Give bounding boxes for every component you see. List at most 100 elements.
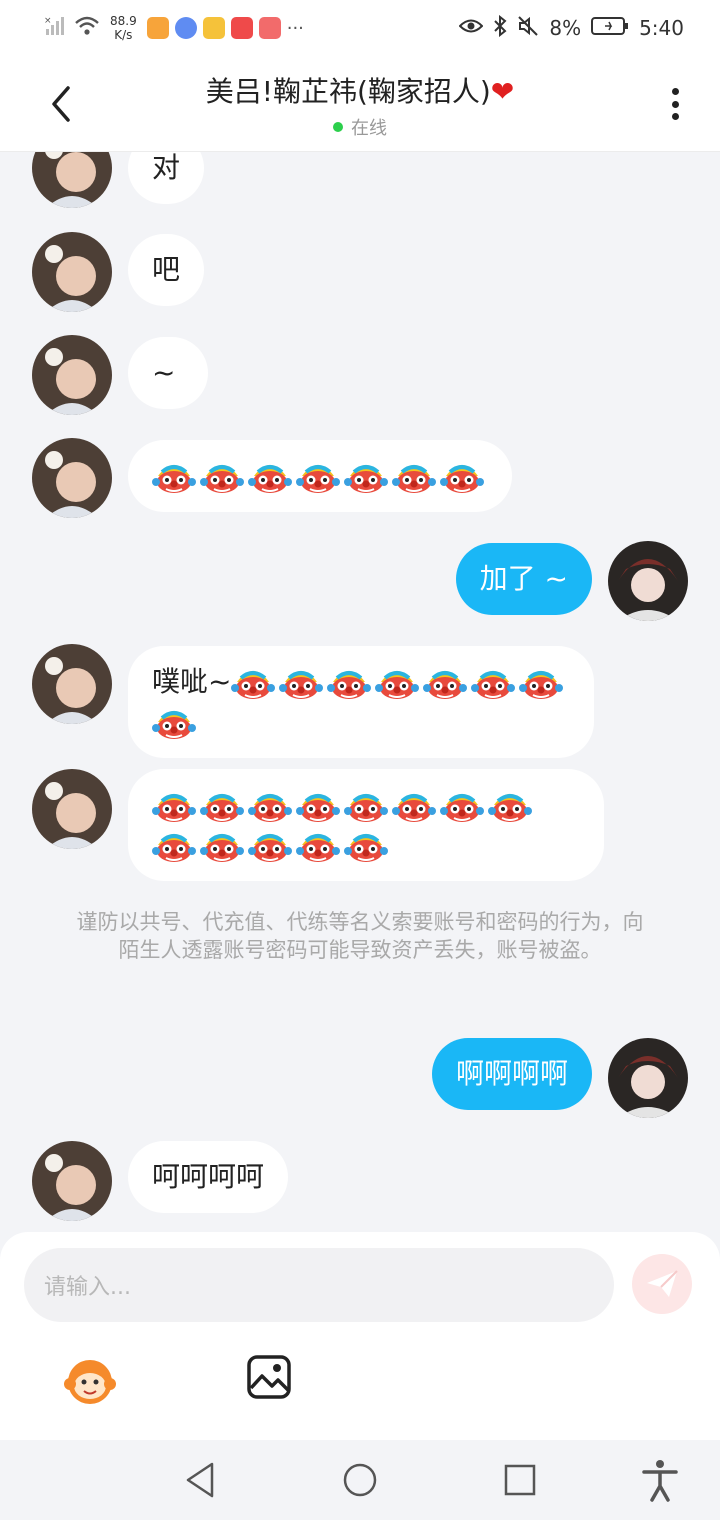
- wifi-icon: [74, 15, 100, 42]
- nav-home-button[interactable]: [340, 1458, 380, 1502]
- more-options-button[interactable]: [660, 84, 690, 124]
- clown-emoji-icon: [344, 789, 388, 823]
- clown-emoji-icon: [488, 789, 532, 823]
- app-100-icon: [230, 17, 253, 39]
- accessibility-button[interactable]: [640, 1458, 680, 1502]
- contact-avatar[interactable]: [32, 1141, 112, 1221]
- image-button[interactable]: [246, 1354, 292, 1400]
- bluetooth-icon: [493, 14, 507, 42]
- message-list[interactable]: 对 吧 ~ 加了 ~ 噗呲~ 谨防以共号、代充值、代练等名义索要账号和密码的行为…: [0, 152, 720, 1232]
- more-dot-icon: [671, 113, 679, 120]
- clown-emoji-icon: [344, 460, 388, 494]
- message-row: ~: [32, 335, 208, 415]
- clown-emoji-icon: [471, 666, 516, 700]
- clown-emoji-icon: [440, 789, 484, 823]
- chevron-left-icon: [52, 86, 70, 122]
- clown-emoji-icon: [327, 666, 372, 700]
- media-app-icon: [202, 17, 225, 39]
- mail-app-icon: [258, 17, 281, 39]
- clown-emoji-icon: [392, 789, 436, 823]
- contact-avatar[interactable]: [32, 232, 112, 312]
- message-bubble[interactable]: [128, 440, 512, 512]
- message-row: 加了 ~: [455, 541, 688, 621]
- svg-text:×: ×: [44, 16, 52, 26]
- mute-icon: [517, 15, 539, 42]
- clown-emoji-icon: [248, 460, 292, 494]
- my-avatar[interactable]: [608, 541, 688, 621]
- square-recents-icon: [504, 1464, 536, 1496]
- network-speed: 88.9 K/s: [110, 14, 137, 42]
- eye-icon: [458, 16, 484, 40]
- online-status-label: 在线: [351, 118, 387, 139]
- paper-plane-icon: [647, 1270, 678, 1297]
- battery-icon: [591, 16, 629, 41]
- clown-emoji-icon: [152, 789, 196, 823]
- online-dot: [333, 122, 343, 132]
- contact-name: 美吕!鞠芷祎(鞠家招人): [205, 75, 491, 108]
- battery-percent: 8%: [549, 16, 582, 40]
- clown-emoji-icon: [519, 666, 564, 700]
- clown-emoji-icon: [375, 666, 420, 700]
- clown-emoji-icon: [248, 789, 292, 823]
- clown-emoji-icon: [200, 460, 244, 494]
- message-row: 吧: [32, 232, 205, 312]
- signal-icon: ×: [44, 15, 68, 42]
- input-panel: 请输入...: [0, 1232, 720, 1440]
- message-bubble[interactable]: 吧: [128, 234, 205, 306]
- nav-back-button[interactable]: [180, 1458, 220, 1502]
- page-title: 美吕!鞠芷祎(鞠家招人)❤: [110, 70, 610, 110]
- message-row: 啊啊啊啊: [431, 1038, 688, 1118]
- contact-avatar[interactable]: [32, 769, 112, 849]
- contact-avatar[interactable]: [32, 335, 112, 415]
- clown-emoji-icon: [248, 829, 292, 863]
- clown-emoji-icon: [392, 460, 436, 494]
- message-bubble[interactable]: 对: [128, 152, 205, 204]
- accessibility-icon: [642, 1460, 678, 1502]
- message-bubble[interactable]: 噗呲~: [128, 646, 594, 758]
- online-status: 在线: [110, 114, 610, 140]
- send-button[interactable]: [632, 1254, 692, 1314]
- more-dot-icon: [671, 88, 679, 95]
- my-message-bubble[interactable]: 啊啊啊啊: [431, 1038, 592, 1110]
- my-avatar[interactable]: [608, 1038, 688, 1118]
- clown-emoji-icon: [152, 460, 196, 494]
- nav-recents-button[interactable]: [500, 1458, 540, 1502]
- message-input[interactable]: 请输入...: [24, 1248, 614, 1322]
- clown-emoji-icon: [296, 829, 340, 863]
- contact-avatar[interactable]: [32, 152, 112, 208]
- message-row: 噗呲~: [32, 644, 594, 758]
- clown-emoji-icon: [344, 829, 388, 863]
- image-icon: [247, 1355, 291, 1399]
- clown-emoji-icon: [200, 829, 244, 863]
- clown-emoji-icon: [231, 666, 276, 700]
- more-dot-icon: [671, 100, 679, 108]
- circle-home-icon: [343, 1463, 377, 1497]
- clown-emoji-icon: [200, 789, 244, 823]
- message-text: 噗呲~: [152, 665, 232, 698]
- message-row: [32, 438, 512, 518]
- clock: 5:40: [639, 16, 684, 40]
- clown-emoji-icon: [296, 460, 340, 494]
- contact-avatar[interactable]: [32, 644, 112, 724]
- triangle-back-icon: [186, 1462, 214, 1498]
- clown-emoji-icon: [152, 829, 196, 863]
- clown-emoji-icon: [423, 666, 468, 700]
- back-button[interactable]: [40, 80, 84, 128]
- status-bar: × 88.9 K/s ··· 8% 5:40: [0, 0, 720, 56]
- message-bubble[interactable]: 呵呵呵呵: [128, 1141, 289, 1213]
- message-row: 呵呵呵呵: [32, 1141, 289, 1221]
- message-bubble[interactable]: [128, 769, 604, 881]
- message-row: [32, 769, 604, 881]
- sticker-button[interactable]: [60, 1352, 120, 1408]
- my-message-bubble[interactable]: 加了 ~: [455, 543, 592, 615]
- chat-header: 美吕!鞠芷祎(鞠家招人)❤ 在线: [0, 56, 720, 152]
- contact-avatar[interactable]: [32, 438, 112, 518]
- monkey-sticker-icon: [64, 1360, 116, 1404]
- music-app-icon: [174, 17, 197, 39]
- system-nav-bar: [0, 1440, 720, 1520]
- clown-emoji-icon: [440, 460, 484, 494]
- message-row: 对: [32, 152, 205, 208]
- clown-emoji-icon: [152, 706, 196, 740]
- security-notice: 谨防以共号、代充值、代练等名义索要账号和密码的行为，向陌生人透露账号密码可能导致…: [76, 910, 644, 962]
- message-bubble[interactable]: ~: [128, 337, 208, 409]
